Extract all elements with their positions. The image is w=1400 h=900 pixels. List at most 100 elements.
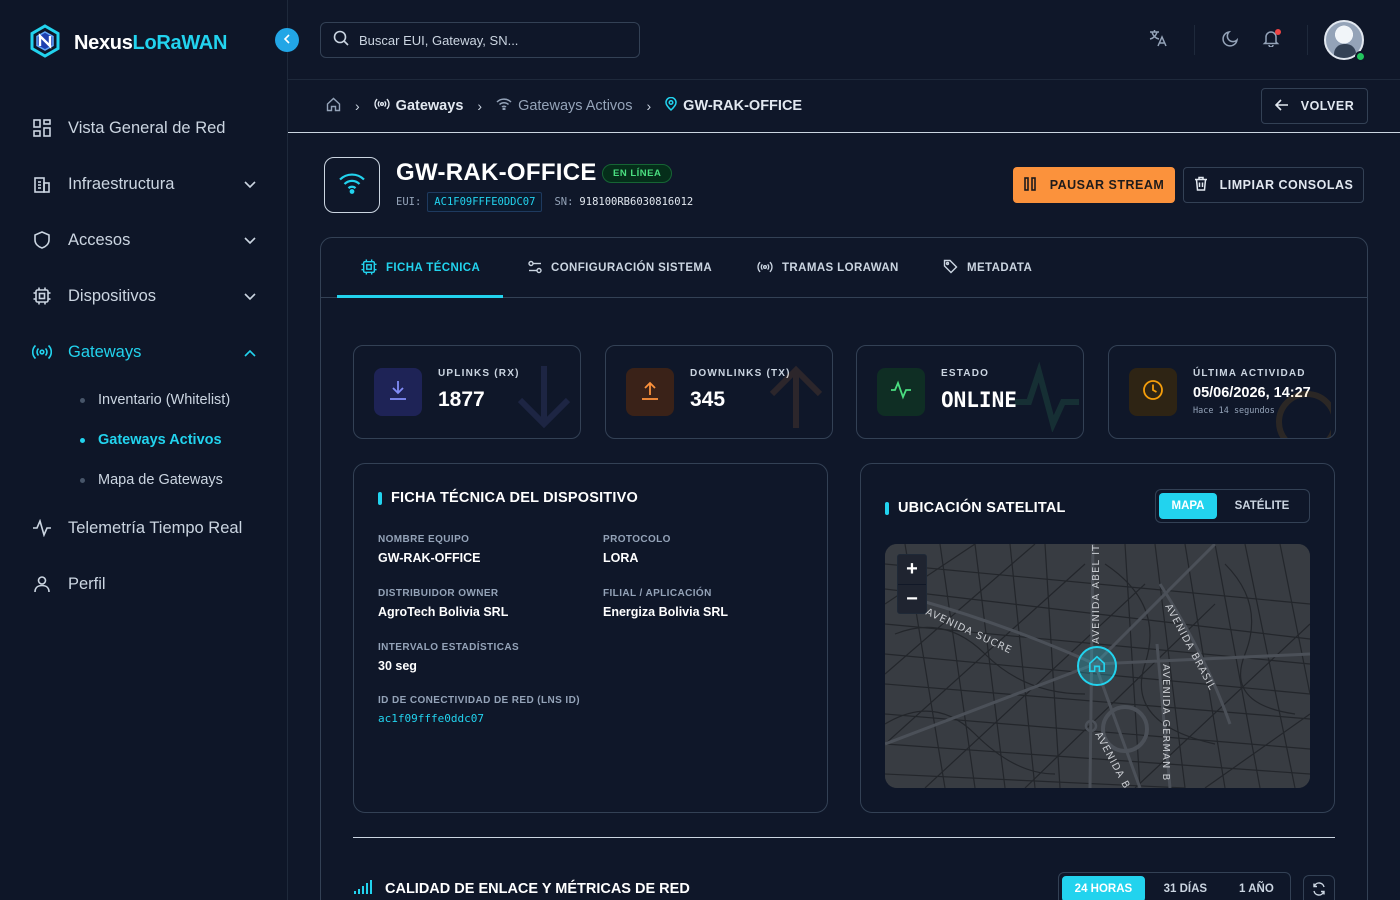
map-view[interactable]: AVENIDA SUCRE AVENIDA ABEL ITU AVENIDA B… bbox=[885, 544, 1310, 788]
pause-stream-label: PAUSAR STREAM bbox=[1049, 178, 1165, 192]
bullet-icon bbox=[80, 477, 85, 483]
breadcrumb: › Gateways › Gateways Activos › GW-RAK-O… bbox=[288, 80, 1400, 133]
sidebar-item-accesos[interactable]: Accesos bbox=[0, 212, 288, 268]
map-mode-mapa[interactable]: MAPA bbox=[1159, 493, 1217, 519]
sidebar-item-label: Dispositivos bbox=[68, 286, 157, 305]
theme-toggle-button[interactable] bbox=[1211, 20, 1251, 60]
chevron-down-icon bbox=[244, 287, 256, 306]
map-mode-satelite[interactable]: SATÉLITE bbox=[1219, 493, 1305, 519]
notifications-button[interactable] bbox=[1251, 20, 1291, 60]
zoom-in-button[interactable]: + bbox=[898, 555, 926, 584]
search-input[interactable] bbox=[359, 32, 619, 48]
stat-value: 1877 bbox=[438, 388, 485, 411]
location-pin-icon bbox=[665, 96, 677, 115]
eui-value[interactable]: AC1F09FFFE0DDC07 bbox=[427, 192, 543, 212]
gateway-map-marker[interactable] bbox=[1077, 646, 1117, 686]
chevron-down-icon bbox=[244, 231, 256, 250]
stat-card-uplinks: UPLINKS (RX) 1877 bbox=[353, 345, 581, 439]
home-icon[interactable] bbox=[326, 97, 341, 116]
eui-label: EUI: bbox=[396, 196, 422, 208]
sidebar-subitem-inventario[interactable]: Inventario (Whitelist) bbox=[80, 380, 288, 420]
user-icon bbox=[32, 574, 52, 594]
nexus-logo-icon bbox=[28, 24, 62, 63]
breadcrumb-label: Gateways bbox=[395, 98, 464, 114]
chevron-right-icon: › bbox=[646, 98, 652, 114]
sidebar-item-label: Infraestructura bbox=[68, 174, 175, 193]
range-1y[interactable]: 1 AÑO bbox=[1226, 876, 1287, 900]
divider bbox=[1194, 25, 1195, 55]
map-mode-toggle: MAPA SATÉLITE bbox=[1155, 489, 1310, 523]
sidebar-subitem-mapa-gateways[interactable]: Mapa de Gateways bbox=[80, 460, 288, 500]
sn-label: SN: bbox=[554, 196, 574, 208]
device-spec-card: FICHA TÉCNICA DEL DISPOSITIVO NOMBRE EQU… bbox=[353, 463, 828, 813]
brand-name: NexusLoRaWAN bbox=[74, 32, 228, 54]
bullet-icon bbox=[80, 437, 85, 443]
tab-configuracion-sistema[interactable]: CONFIGURACIÓN SISTEMA bbox=[528, 238, 712, 298]
download-icon-tile bbox=[374, 368, 422, 416]
sidebar-item-infraestructura[interactable]: Infraestructura bbox=[0, 156, 288, 212]
section-divider bbox=[353, 837, 1335, 838]
tab-metadata[interactable]: METADATA bbox=[943, 238, 1032, 298]
field-value[interactable]: ac1f09fffe0ddc07 bbox=[378, 712, 580, 725]
sidebar-item-dispositivos[interactable]: Dispositivos bbox=[0, 268, 288, 324]
home-icon bbox=[1088, 655, 1106, 678]
field-filial-aplicacion: FILIAL / APLICACIÓN Energiza Bolivia SRL bbox=[603, 588, 728, 619]
street-label: AVENIDA ABEL ITU bbox=[1091, 544, 1102, 644]
search-icon bbox=[333, 30, 349, 51]
tab-ficha-tecnica[interactable]: FICHA TÉCNICA bbox=[361, 238, 480, 298]
zoom-out-button[interactable]: − bbox=[898, 584, 926, 613]
tab-label: METADATA bbox=[967, 262, 1033, 274]
arrow-down-icon bbox=[512, 362, 576, 437]
sidebar-subitem-gateways-activos[interactable]: Gateways Activos bbox=[80, 420, 288, 460]
tab-label: FICHA TÉCNICA bbox=[386, 262, 481, 274]
collapse-sidebar-button[interactable] bbox=[275, 28, 299, 52]
translate-icon bbox=[1148, 28, 1168, 53]
range-31d[interactable]: 31 DÍAS bbox=[1147, 876, 1224, 900]
clear-consoles-label: LIMPIAR CONSOLAS bbox=[1219, 178, 1354, 192]
back-button[interactable]: VOLVER bbox=[1261, 88, 1368, 124]
sn-value: 918100RB6030816012 bbox=[579, 196, 694, 208]
sidebar-item-perfil[interactable]: Perfil bbox=[0, 556, 288, 612]
device-identifiers: EUI: AC1F09FFFE0DDC07 SN: 918100RB603081… bbox=[396, 192, 693, 212]
dashboard-icon bbox=[32, 118, 52, 138]
breadcrumb-gateways-activos[interactable]: Gateways Activos bbox=[496, 98, 633, 114]
breadcrumb-gateways[interactable]: Gateways bbox=[374, 98, 464, 114]
range-24h[interactable]: 24 HORAS bbox=[1062, 876, 1145, 900]
field-value: AgroTech Bolivia SRL bbox=[378, 605, 509, 619]
field-label: NOMBRE EQUIPO bbox=[378, 534, 470, 545]
clock-icon bbox=[1142, 379, 1164, 406]
field-distribuidor-owner: DISTRIBUIDOR OWNER AgroTech Bolivia SRL bbox=[378, 588, 508, 619]
translate-button[interactable] bbox=[1138, 20, 1178, 60]
search-box[interactable] bbox=[320, 22, 640, 58]
sidebar-item-telemetria[interactable]: Telemetría Tiempo Real bbox=[0, 500, 288, 556]
shield-icon bbox=[32, 230, 52, 250]
stat-label: UPLINKS (RX) bbox=[438, 368, 520, 379]
tag-icon bbox=[943, 259, 958, 277]
settings-sliders-icon bbox=[528, 260, 542, 277]
device-detail-panel: FICHA TÉCNICA CONFIGURACIÓN SISTEMA TRAM… bbox=[320, 237, 1368, 900]
app-logo[interactable]: NexusLoRaWAN bbox=[28, 24, 227, 63]
arrow-left-icon bbox=[1274, 98, 1289, 114]
refresh-button[interactable] bbox=[1303, 875, 1335, 900]
breadcrumb-label: Gateways Activos bbox=[518, 98, 633, 114]
pause-stream-button[interactable]: PAUSAR STREAM bbox=[1013, 167, 1175, 203]
breadcrumb-current: GW-RAK-OFFICE bbox=[665, 96, 802, 115]
moon-icon bbox=[1222, 29, 1240, 52]
sidebar-item-label: Perfil bbox=[68, 574, 106, 593]
sidebar-item-gateways[interactable]: Gateways bbox=[0, 324, 288, 380]
chevron-left-icon bbox=[283, 31, 291, 49]
online-status-dot bbox=[1355, 51, 1366, 62]
sidebar-item-vista-general[interactable]: Vista General de Red bbox=[0, 100, 288, 156]
pause-icon bbox=[1023, 176, 1036, 194]
wifi-icon bbox=[338, 172, 366, 199]
tab-tramas-lorawan[interactable]: TRAMAS LORAWAN bbox=[757, 238, 899, 298]
field-value: 30 seg bbox=[378, 659, 417, 673]
subitem-label: Mapa de Gateways bbox=[98, 472, 223, 488]
chip-icon bbox=[361, 258, 377, 278]
clock-icon-tile bbox=[1129, 368, 1177, 416]
field-label: ID DE CONECTIVIDAD DE RED (LNS ID) bbox=[378, 695, 580, 706]
user-avatar-button[interactable] bbox=[1324, 20, 1366, 62]
tab-bar: FICHA TÉCNICA CONFIGURACIÓN SISTEMA TRAM… bbox=[321, 238, 1367, 298]
bullet-icon bbox=[80, 397, 85, 403]
clear-consoles-button[interactable]: LIMPIAR CONSOLAS bbox=[1183, 167, 1364, 203]
